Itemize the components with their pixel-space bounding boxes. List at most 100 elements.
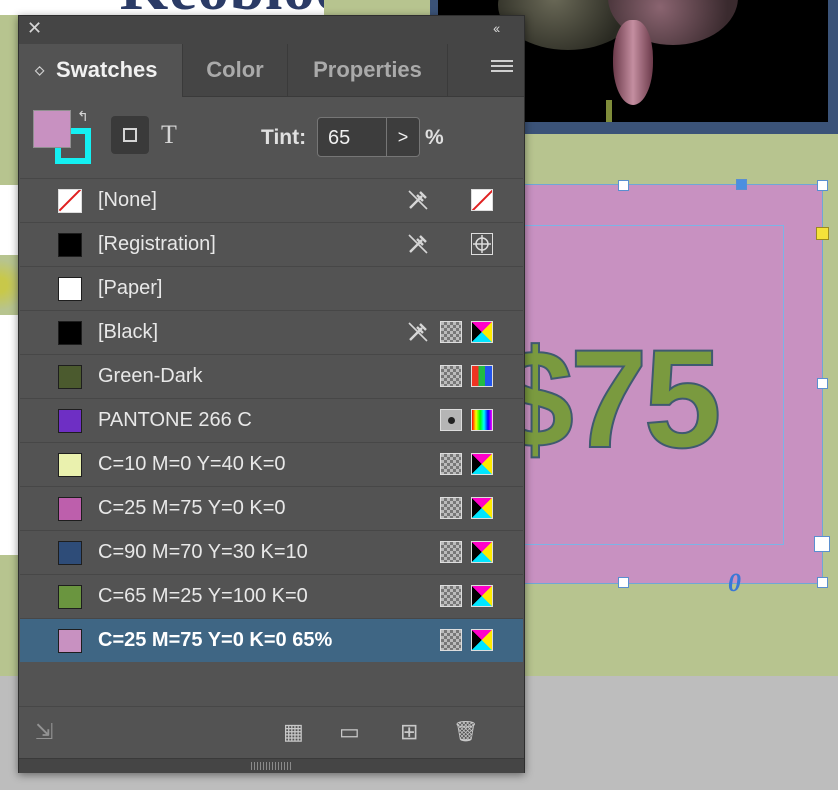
- new-swatch-icon[interactable]: ⊞: [400, 719, 418, 745]
- live-corner-handle[interactable]: [816, 227, 829, 240]
- swatch-name: C=10 M=0 Y=40 K=0: [98, 453, 286, 475]
- left-flower-image: [0, 255, 20, 315]
- panel-menu-icon[interactable]: [491, 60, 513, 76]
- cmyk-mode-icon: [471, 321, 493, 343]
- swatch-name: C=65 M=25 Y=100 K=0: [98, 585, 308, 607]
- tab-properties[interactable]: Properties: [288, 44, 448, 96]
- selection-handle-top-left[interactable]: [618, 180, 629, 191]
- process-color-icon: [440, 541, 462, 563]
- registration-target-icon: [471, 233, 493, 255]
- swatch-chip: [58, 365, 82, 389]
- left-image-frame[interactable]: [0, 185, 20, 555]
- heading-text: Keobloom: [120, 0, 324, 15]
- lab-mode-icon: [471, 409, 493, 431]
- process-color-icon: [440, 629, 462, 651]
- none-type-icon: [471, 189, 493, 211]
- no-edit-icon: [408, 234, 428, 254]
- swatch-name: [Registration]: [98, 233, 216, 255]
- swap-arrow-icon[interactable]: ↰: [77, 108, 89, 125]
- process-color-icon: [440, 365, 462, 387]
- swatch-chip: [58, 277, 82, 301]
- load-swatches-icon[interactable]: ⇲: [35, 719, 53, 745]
- swatch-name: [Black]: [98, 321, 159, 343]
- swatch-chip: [58, 453, 82, 477]
- process-color-icon: [440, 585, 462, 607]
- tint-label: Tint:: [261, 126, 307, 149]
- no-edit-icon: [408, 322, 428, 342]
- swatch-row-paper[interactable]: [Paper]: [20, 266, 523, 310]
- tint-input[interactable]: 65: [317, 117, 387, 157]
- process-color-icon: [440, 321, 462, 343]
- swatch-name: [Paper]: [98, 277, 163, 299]
- swatch-row-none[interactable]: [None]: [20, 178, 523, 222]
- square-icon: [123, 128, 137, 142]
- heading-frame[interactable]: Keobloom: [0, 0, 324, 15]
- cmyk-mode-icon: [471, 497, 493, 519]
- swatch-chip: [58, 233, 82, 257]
- swatch-row-green-dark[interactable]: Green-Dark: [20, 354, 523, 398]
- delete-swatch-icon[interactable]: 🗑: [453, 719, 478, 744]
- swatch-name: [None]: [98, 189, 157, 211]
- swatch-row-c25-m75-y0-k0-65[interactable]: C=25 M=75 Y=0 K=0 65%: [20, 618, 523, 662]
- out-port-handle[interactable]: [814, 536, 830, 552]
- swatch-chip: [58, 409, 82, 433]
- swatch-views-icon[interactable]: ▦: [283, 719, 304, 745]
- spot-color-icon: [440, 409, 462, 431]
- swatch-row-c65-m25-y100-k0[interactable]: C=65 M=25 Y=100 K=0: [20, 574, 523, 618]
- swatch-list: [None] [Registration] [Paper] [Black] Gr…: [20, 178, 523, 698]
- process-color-icon: [440, 453, 462, 475]
- formatting-container-button[interactable]: [111, 116, 149, 154]
- selection-handle-top-center[interactable]: [736, 179, 747, 190]
- cmyk-mode-icon: [471, 629, 493, 651]
- selection-handle-middle-right[interactable]: [817, 378, 828, 389]
- swatches-panel: ✕ ‹‹ ◇ Swatches Color Properties ↰ T Tin…: [18, 15, 525, 773]
- cmyk-mode-icon: [471, 541, 493, 563]
- swatch-row-c10-m0-y40-k0[interactable]: C=10 M=0 Y=40 K=0: [20, 442, 523, 486]
- tint-percent-label: %: [425, 126, 444, 149]
- panel-titlebar[interactable]: ✕ ‹‹: [19, 16, 524, 45]
- tab-color[interactable]: Color: [183, 44, 288, 96]
- swatch-row-pantone-266-c[interactable]: PANTONE 266 C: [20, 398, 523, 442]
- tab-label: Swatches: [56, 57, 158, 82]
- no-edit-icon: [408, 190, 428, 210]
- panel-footer: ⇲ ▦ ▭ ⊞ 🗑: [19, 706, 524, 759]
- tab-swatches[interactable]: ◇ Swatches: [19, 44, 183, 97]
- selection-handle-bottom-left[interactable]: [618, 577, 629, 588]
- swatch-row-c25-m75-y0-k0[interactable]: C=25 M=75 Y=0 K=0: [20, 486, 523, 530]
- swatch-row-c90-m70-y30-k10[interactable]: C=90 M=70 Y=30 K=10: [20, 530, 523, 574]
- swatch-name: PANTONE 266 C: [98, 409, 252, 431]
- collapse-icon[interactable]: ‹‹: [493, 20, 500, 36]
- swatch-chip: [58, 541, 82, 565]
- swatch-chip: [58, 497, 82, 521]
- cmyk-mode-icon: [471, 585, 493, 607]
- swatch-chip: [58, 629, 82, 653]
- selection-handle-bottom-right[interactable]: [817, 577, 828, 588]
- swatch-chip: [58, 321, 82, 345]
- fill-stroke-proxy[interactable]: ↰: [33, 108, 93, 170]
- panel-tabbar: ◇ Swatches Color Properties: [19, 44, 524, 97]
- swatch-name: Green-Dark: [98, 365, 203, 387]
- swatch-name: C=90 M=70 Y=30 K=10: [98, 541, 308, 563]
- price-text[interactable]: $75: [495, 318, 723, 480]
- link-badge-icon[interactable]: 0: [728, 568, 741, 598]
- swatch-chip: [58, 585, 82, 609]
- chevron-updown-icon[interactable]: ◇: [35, 44, 44, 96]
- rgb-mode-icon: [471, 365, 493, 387]
- swatch-row-registration[interactable]: [Registration]: [20, 222, 523, 266]
- panel-resize-grip[interactable]: [19, 758, 524, 773]
- swatch-name: C=25 M=75 Y=0 K=0 65%: [98, 629, 333, 651]
- tint-slider-button[interactable]: >: [386, 117, 420, 157]
- cmyk-mode-icon: [471, 453, 493, 475]
- swatch-chip: [58, 189, 82, 213]
- selection-handle-top-right[interactable]: [817, 180, 828, 191]
- close-icon[interactable]: ✕: [27, 18, 42, 39]
- swatch-row-black[interactable]: [Black]: [20, 310, 523, 354]
- swatch-toolbar: ↰ T Tint: 65 > %: [19, 96, 524, 178]
- photo-stem: [606, 100, 612, 122]
- swatch-name: C=25 M=75 Y=0 K=0: [98, 497, 286, 519]
- formatting-text-button[interactable]: T: [161, 120, 177, 150]
- process-color-icon: [440, 497, 462, 519]
- fill-swatch[interactable]: [33, 110, 71, 148]
- photo-flower-lip: [613, 20, 653, 105]
- new-color-group-folder-icon[interactable]: ▭: [339, 719, 360, 745]
